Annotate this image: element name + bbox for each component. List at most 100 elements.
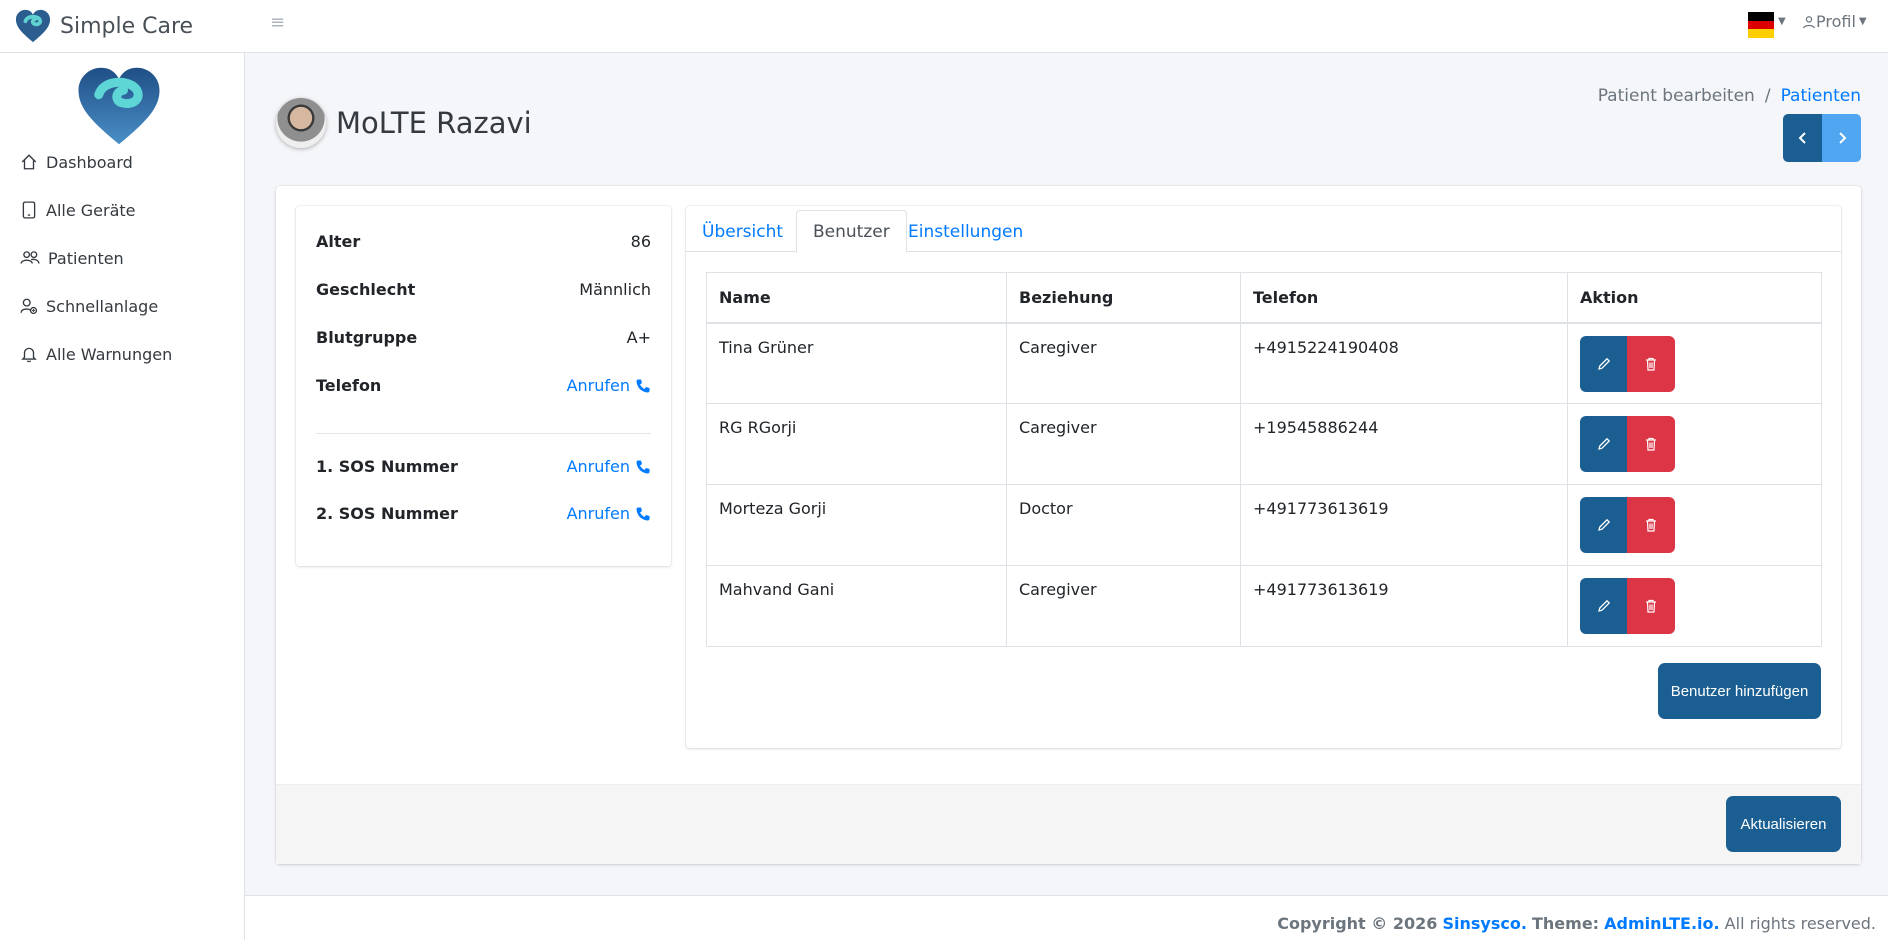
user-phone: +4915224190408	[1240, 322, 1568, 404]
edit-user-button[interactable]	[1580, 578, 1627, 634]
table-header-row: Name Beziehung Telefon Aktion	[706, 272, 1822, 324]
heart-logo-icon	[15, 9, 51, 43]
next-patient-button[interactable]	[1822, 114, 1861, 162]
user-phone: +491773613619	[1240, 484, 1568, 566]
sidebar-item-label: Patienten	[48, 248, 124, 268]
user-phone: +491773613619	[1240, 565, 1568, 647]
user-relation: Doctor	[1006, 484, 1241, 566]
pencil-icon	[1597, 518, 1610, 531]
table-row: Morteza Gorji Doctor +491773613619	[706, 484, 1822, 566]
tab-bar: Übersicht Benutzer Einstellungen	[686, 206, 1841, 253]
avatar	[276, 98, 326, 148]
user-name: Morteza Gorji	[706, 484, 1007, 566]
tab-users[interactable]: Benutzer	[796, 210, 907, 253]
info-row-age: Alter 86	[316, 232, 651, 251]
pencil-icon	[1597, 437, 1610, 450]
footer-copyright: Copyright © 2026 Sinsysco. Theme: AdminL…	[1277, 914, 1876, 933]
gender-value: Männlich	[579, 280, 651, 299]
add-user-button[interactable]: Benutzer hinzufügen	[1658, 663, 1821, 719]
table-row: Tina Grüner Caregiver +4915224190408	[706, 322, 1822, 404]
user-icon	[1803, 15, 1815, 28]
table-row: Mahvand Gani Caregiver +491773613619	[706, 565, 1822, 647]
rights-text: All rights reserved.	[1724, 914, 1876, 933]
info-row-sos2: 2. SOS Nummer Anrufen	[316, 504, 651, 523]
delete-user-button[interactable]	[1627, 497, 1675, 553]
brand[interactable]: Simple Care	[14, 4, 193, 48]
edit-user-button[interactable]	[1580, 497, 1627, 553]
phone-icon	[636, 460, 650, 473]
call-phone-link[interactable]: Anrufen	[567, 376, 651, 395]
delete-user-button[interactable]	[1627, 335, 1675, 392]
phone-label: Telefon	[316, 376, 382, 395]
divider	[316, 433, 651, 434]
brand-name: Simple Care	[60, 13, 194, 39]
blood-value: A+	[626, 328, 651, 347]
sidebar-item-label: Alle Geräte	[46, 200, 136, 220]
gender-label: Geschlecht	[316, 280, 416, 299]
breadcrumb-separator: /	[1764, 86, 1771, 106]
patient-pager	[1783, 114, 1861, 162]
sidebar-item-patients[interactable]: Patienten	[20, 244, 124, 272]
card-footer: Aktualisieren	[276, 784, 1861, 864]
sos1-label: 1. SOS Nummer	[316, 457, 458, 476]
heart-logo-icon	[78, 67, 160, 145]
home-icon	[21, 154, 37, 170]
user-actions	[1567, 484, 1822, 566]
sos2-label: 2. SOS Nummer	[316, 504, 458, 523]
tab-settings[interactable]: Einstellungen	[892, 210, 1039, 253]
sidebar-item-quick-create[interactable]: Schnellanlage	[20, 292, 158, 320]
edit-user-button[interactable]	[1580, 335, 1627, 392]
patient-edit-card: Alter 86 Geschlecht Männlich Blutgruppe …	[276, 186, 1861, 864]
top-navbar: Simple Care ≡ ▼ Profil ▼	[0, 0, 1888, 53]
blood-label: Blutgruppe	[316, 328, 418, 347]
sidebar-item-label: Schnellanlage	[46, 296, 159, 316]
page-header: MoLTE Razavi	[276, 98, 532, 148]
update-button[interactable]: Aktualisieren	[1726, 796, 1841, 852]
breadcrumb: Patient bearbeiten / Patienten	[1598, 86, 1861, 106]
column-header-relation: Beziehung	[1006, 272, 1241, 324]
sidebar-item-dashboard[interactable]: Dashboard	[20, 148, 133, 176]
users-icon	[20, 251, 40, 264]
tab-overview[interactable]: Übersicht	[686, 210, 799, 253]
user-actions	[1567, 403, 1822, 485]
call-label: Anrufen	[566, 504, 630, 523]
call-sos2-link[interactable]: Anrufen	[567, 504, 651, 523]
breadcrumb-current: Patient bearbeiten	[1597, 86, 1755, 106]
trash-icon	[1646, 437, 1656, 451]
call-sos1-link[interactable]: Anrufen	[567, 457, 651, 476]
patient-info-card: Alter 86 Geschlecht Männlich Blutgruppe …	[296, 206, 671, 566]
users-table: Name Beziehung Telefon Aktion Tina Grüne…	[706, 272, 1822, 647]
age-label: Alter	[316, 232, 361, 251]
sidebar-item-label: Alle Warnungen	[46, 344, 173, 364]
call-label: Anrufen	[566, 376, 630, 395]
info-row-phone: Telefon Anrufen	[316, 376, 651, 395]
theme-link[interactable]: AdminLTE.io.	[1604, 914, 1719, 933]
user-actions	[1567, 322, 1822, 404]
sidebar-item-devices[interactable]: Alle Geräte	[20, 196, 136, 224]
table-row: RG RGorji Caregiver +19545886244	[706, 403, 1822, 485]
profile-menu[interactable]: Profil ▼	[1802, 12, 1867, 31]
german-flag-icon[interactable]	[1748, 12, 1774, 39]
phone-icon	[636, 507, 650, 520]
caret-down-icon: ▼	[1858, 16, 1867, 27]
caret-down-icon[interactable]: ▼	[1778, 16, 1786, 27]
age-value: 86	[630, 232, 651, 251]
column-header-name: Name	[706, 272, 1007, 324]
delete-user-button[interactable]	[1627, 578, 1675, 634]
copyright-text: Copyright © 2026	[1277, 914, 1438, 933]
user-name: Mahvand Gani	[706, 565, 1007, 647]
sidebar-item-warnings[interactable]: Alle Warnungen	[20, 340, 172, 368]
delete-user-button[interactable]	[1627, 416, 1675, 472]
column-header-phone: Telefon	[1240, 272, 1568, 324]
phone-icon	[636, 379, 650, 392]
chevron-left-icon	[1798, 132, 1806, 144]
user-name: Tina Grüner	[706, 322, 1007, 404]
menu-toggle-icon[interactable]: ≡	[270, 12, 285, 33]
previous-patient-button[interactable]	[1783, 114, 1822, 162]
company-link[interactable]: Sinsysco.	[1442, 914, 1526, 933]
page-title: MoLTE Razavi	[336, 106, 532, 140]
user-actions	[1567, 565, 1822, 647]
breadcrumb-link-patients[interactable]: Patienten	[1781, 86, 1861, 106]
edit-user-button[interactable]	[1580, 416, 1627, 472]
bell-icon	[21, 347, 37, 363]
